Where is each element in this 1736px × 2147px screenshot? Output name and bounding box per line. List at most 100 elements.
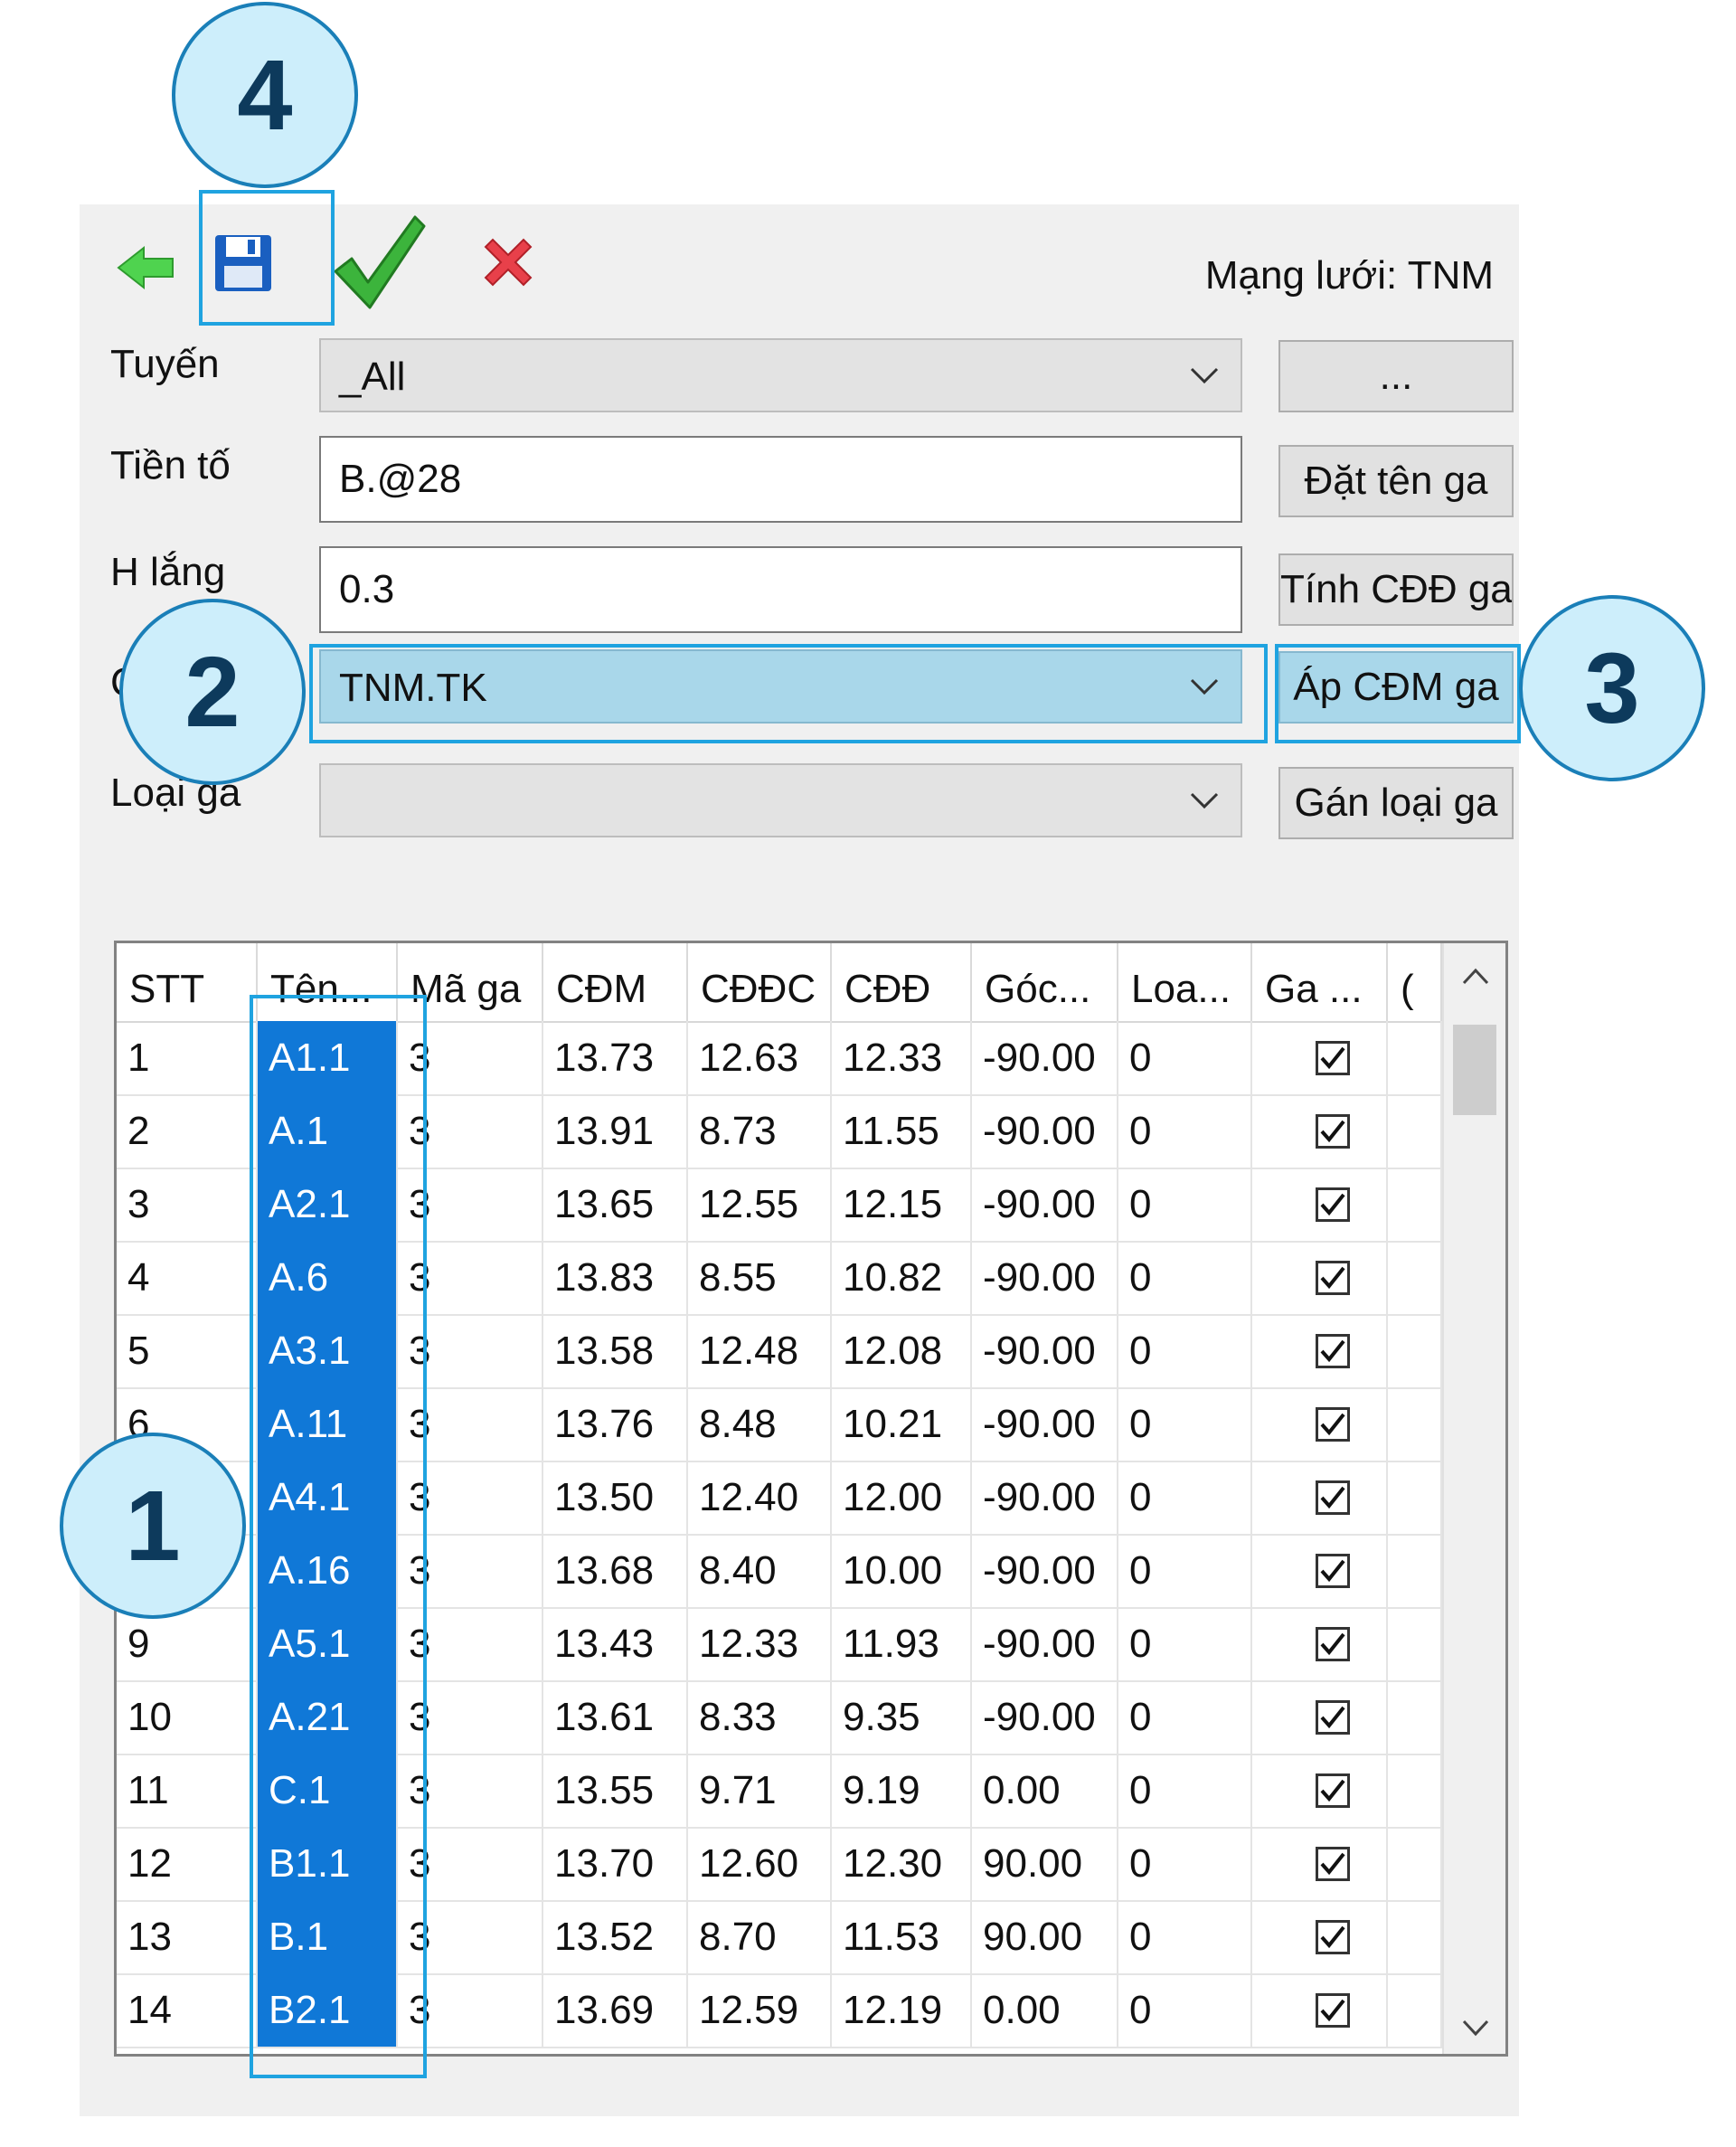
cell-cdd[interactable]: 12.15 — [832, 1168, 972, 1241]
cell-cdd[interactable]: 12.30 — [832, 1827, 972, 1900]
cell-type[interactable]: 0 — [1118, 1534, 1252, 1607]
cell-cddc[interactable]: 8.33 — [688, 1680, 832, 1754]
cell-angle[interactable]: -90.00 — [972, 1534, 1118, 1607]
cell-type[interactable]: 0 — [1118, 1754, 1252, 1827]
cell-stt[interactable]: 9 — [117, 1607, 258, 1680]
cell-station-flag[interactable] — [1252, 1827, 1388, 1900]
cell-angle[interactable]: 0.00 — [972, 1754, 1118, 1827]
cell-station-flag[interactable] — [1252, 1534, 1388, 1607]
cell-cddc[interactable]: 12.63 — [688, 1021, 832, 1094]
column-header[interactable]: CĐĐ — [832, 943, 972, 1021]
cell-type[interactable]: 0 — [1118, 1021, 1252, 1094]
cell-cdd[interactable]: 11.53 — [832, 1900, 972, 1973]
cell-type[interactable]: 0 — [1118, 1607, 1252, 1680]
checkbox-checked[interactable] — [1316, 1333, 1350, 1368]
cell-stt[interactable]: 4 — [117, 1241, 258, 1314]
cell-cdd[interactable]: 9.19 — [832, 1754, 972, 1827]
cell-cddc[interactable]: 8.48 — [688, 1387, 832, 1461]
checkbox-checked[interactable] — [1316, 1626, 1350, 1661]
cell-cddc[interactable]: 12.48 — [688, 1314, 832, 1387]
cell-type[interactable]: 0 — [1118, 1973, 1252, 2047]
cell-cddc[interactable]: 8.40 — [688, 1534, 832, 1607]
cell-angle[interactable]: -90.00 — [972, 1021, 1118, 1094]
cell-station-flag[interactable] — [1252, 1314, 1388, 1387]
cell-extra[interactable] — [1388, 1094, 1442, 1168]
cell-cdd[interactable]: 12.19 — [832, 1973, 972, 2047]
checkbox-checked[interactable] — [1316, 1919, 1350, 1954]
h-input[interactable] — [321, 548, 1241, 631]
column-header[interactable]: ( — [1388, 943, 1442, 1021]
cell-cdd[interactable]: 11.93 — [832, 1607, 972, 1680]
scroll-down-icon[interactable] — [1458, 2014, 1493, 2041]
cell-cddc[interactable]: 9.71 — [688, 1754, 832, 1827]
column-header[interactable]: Ga ... — [1252, 943, 1388, 1021]
cell-cddc[interactable]: 12.59 — [688, 1973, 832, 2047]
cell-angle[interactable]: -90.00 — [972, 1607, 1118, 1680]
back-arrow-icon[interactable] — [110, 232, 183, 304]
cell-angle[interactable]: -90.00 — [972, 1168, 1118, 1241]
cell-extra[interactable] — [1388, 1168, 1442, 1241]
cell-station-flag[interactable] — [1252, 1754, 1388, 1827]
scroll-up-icon[interactable] — [1458, 963, 1493, 990]
cell-cdm[interactable]: 13.61 — [543, 1680, 688, 1754]
checkbox-checked[interactable] — [1316, 1187, 1350, 1222]
cell-cdd[interactable]: 12.08 — [832, 1314, 972, 1387]
cell-extra[interactable] — [1388, 1680, 1442, 1754]
cell-cddc[interactable]: 8.70 — [688, 1900, 832, 1973]
route-select[interactable]: _All — [319, 338, 1242, 412]
calc-elevation-button[interactable]: Tính CĐĐ ga — [1278, 553, 1514, 626]
column-header[interactable]: CĐĐC — [688, 943, 832, 1021]
assign-station-type-button[interactable]: Gán loại ga — [1278, 767, 1514, 839]
cell-type[interactable]: 0 — [1118, 1900, 1252, 1973]
cell-station-flag[interactable] — [1252, 1900, 1388, 1973]
cell-angle[interactable]: -90.00 — [972, 1461, 1118, 1534]
cell-extra[interactable] — [1388, 1607, 1442, 1680]
checkbox-checked[interactable] — [1316, 1480, 1350, 1515]
cell-type[interactable]: 0 — [1118, 1680, 1252, 1754]
cell-stt[interactable]: 3 — [117, 1168, 258, 1241]
cell-angle[interactable]: -90.00 — [972, 1241, 1118, 1314]
delete-x-icon[interactable] — [472, 226, 544, 298]
prefix-input[interactable] — [321, 438, 1241, 521]
cell-extra[interactable] — [1388, 1387, 1442, 1461]
cell-cdd[interactable]: 12.33 — [832, 1021, 972, 1094]
cell-cdm[interactable]: 13.58 — [543, 1314, 688, 1387]
cell-cdd[interactable]: 10.00 — [832, 1534, 972, 1607]
checkbox-checked[interactable] — [1316, 1040, 1350, 1075]
prefix-field[interactable] — [319, 436, 1242, 523]
cell-cdd[interactable]: 12.00 — [832, 1461, 972, 1534]
cell-cdm[interactable]: 13.73 — [543, 1021, 688, 1094]
cell-extra[interactable] — [1388, 1973, 1442, 2047]
cell-type[interactable]: 0 — [1118, 1241, 1252, 1314]
cell-cddc[interactable]: 8.73 — [688, 1094, 832, 1168]
cell-stt[interactable]: 11 — [117, 1754, 258, 1827]
cell-cdm[interactable]: 13.65 — [543, 1168, 688, 1241]
checkbox-checked[interactable] — [1316, 1846, 1350, 1881]
checkbox-checked[interactable] — [1316, 1406, 1350, 1442]
cell-cdm[interactable]: 13.83 — [543, 1241, 688, 1314]
cell-cdm[interactable]: 13.43 — [543, 1607, 688, 1680]
checkbox-checked[interactable] — [1316, 1553, 1350, 1588]
checkbox-checked[interactable] — [1316, 1699, 1350, 1735]
cell-type[interactable]: 0 — [1118, 1314, 1252, 1387]
cell-cdd[interactable]: 10.82 — [832, 1241, 972, 1314]
cell-type[interactable]: 0 — [1118, 1168, 1252, 1241]
cell-cdm[interactable]: 13.68 — [543, 1534, 688, 1607]
cell-cddc[interactable]: 12.40 — [688, 1461, 832, 1534]
cell-cdd[interactable]: 9.35 — [832, 1680, 972, 1754]
cell-type[interactable]: 0 — [1118, 1094, 1252, 1168]
column-header[interactable]: STT — [117, 943, 258, 1021]
checkbox-checked[interactable] — [1316, 1260, 1350, 1295]
cell-station-flag[interactable] — [1252, 1607, 1388, 1680]
cell-stt[interactable]: 12 — [117, 1827, 258, 1900]
cell-station-flag[interactable] — [1252, 1021, 1388, 1094]
cell-extra[interactable] — [1388, 1461, 1442, 1534]
h-field[interactable] — [319, 546, 1242, 633]
column-header[interactable]: Loa... — [1118, 943, 1252, 1021]
cell-angle[interactable]: -90.00 — [972, 1094, 1118, 1168]
cell-cdm[interactable]: 13.91 — [543, 1094, 688, 1168]
cell-cddc[interactable]: 12.55 — [688, 1168, 832, 1241]
cell-station-flag[interactable] — [1252, 1094, 1388, 1168]
checkbox-checked[interactable] — [1316, 1992, 1350, 2028]
vertical-scrollbar[interactable] — [1442, 943, 1505, 2054]
